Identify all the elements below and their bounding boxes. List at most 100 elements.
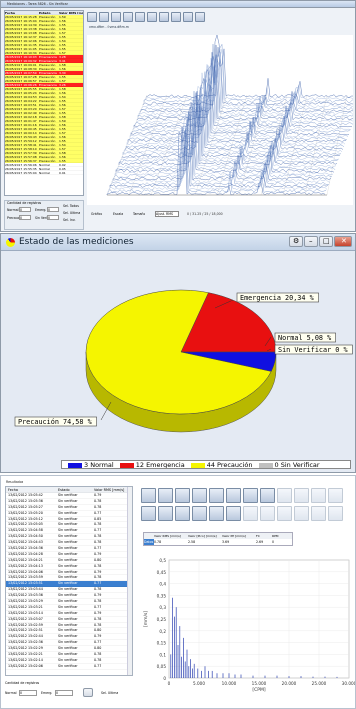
- minimize-button[interactable]: –: [304, 236, 318, 247]
- select-last-checkbox[interactable]: Sel. Ultima: [101, 691, 118, 695]
- marker-icon[interactable]: [135, 12, 145, 22]
- redo-icon[interactable]: [311, 506, 326, 521]
- save-icon[interactable]: [277, 506, 292, 521]
- select-all-checkbox[interactable]: Sel. Todos: [63, 204, 79, 208]
- list-cell: 26/05/2017 16:06:26: [5, 83, 39, 86]
- prec-count[interactable]: 0: [19, 215, 31, 220]
- table-cell: Sin verificar: [58, 599, 94, 604]
- list-cell: 1.59: [59, 15, 83, 18]
- harmonic-icon[interactable]: [277, 488, 292, 503]
- measurements-list[interactable]: Fecha Estado Valor RMS [mm/s] 26/05/2017…: [4, 10, 84, 196]
- list-item[interactable]: 26/05/2017 15:55:04 Normal 0.91: [5, 171, 83, 175]
- list-cell: Precaución: [39, 119, 59, 122]
- select-inverse-checkbox[interactable]: Sel. Inv.: [63, 218, 76, 222]
- col-fecha[interactable]: Fecha: [5, 11, 39, 14]
- refresh-button[interactable]: [83, 688, 93, 697]
- y-tick-label: 0,2: [159, 629, 166, 634]
- option-tamano[interactable]: Tamaño: [133, 212, 145, 216]
- close-icon: ✕: [341, 237, 347, 245]
- sinver-count[interactable]: 0: [47, 215, 59, 220]
- table-cell: 0.78: [94, 522, 130, 527]
- list-cell: Precaución: [39, 155, 59, 158]
- print-icon[interactable]: [311, 488, 326, 503]
- table-icon[interactable]: [226, 506, 241, 521]
- peak-icon[interactable]: [175, 506, 190, 521]
- compare-icon[interactable]: [192, 506, 207, 521]
- records-group: Cantidad de registros Normal 0 Emerg. 0 …: [4, 200, 84, 230]
- list-cell: 1.57: [59, 131, 83, 134]
- orbit-icon[interactable]: [243, 488, 258, 503]
- pie-label: Normal 5,08 %: [278, 334, 331, 342]
- list-cell: 26/05/2017 16:00:14: [5, 131, 39, 134]
- list-cell: 26/05/2017 16:07:59: [5, 71, 39, 74]
- close-button[interactable]: ✕: [334, 236, 352, 247]
- list-cell: Precaución: [39, 63, 59, 66]
- list-cell: 26/05/2017 16:06:57: [5, 79, 39, 82]
- cursor-icon[interactable]: [111, 12, 121, 22]
- band-icon[interactable]: [294, 488, 309, 503]
- list-cell: 26/05/2017 15:57:08: [5, 155, 39, 158]
- zoom-icon[interactable]: [123, 12, 133, 22]
- table-cell: 13/02/2012 15:03:51: [6, 581, 58, 586]
- spectrum-icon[interactable]: [141, 488, 156, 503]
- list-cell: 1.55: [59, 47, 83, 50]
- cursor-icon[interactable]: [209, 488, 224, 503]
- export-icon[interactable]: [183, 12, 193, 22]
- y-tick-label: 0,45: [157, 570, 167, 575]
- copy-icon[interactable]: [209, 506, 224, 521]
- toolbar: vmx.dftm - f.vmx.dftm.m: [87, 12, 217, 34]
- trend-icon[interactable]: [141, 506, 156, 521]
- col-fecha[interactable]: Fecha: [6, 487, 58, 492]
- table-cell: 13/02/2012 15:04:36: [6, 546, 58, 551]
- list-cell: 26/05/2017 15:56:06: [5, 163, 39, 166]
- table-row[interactable]: 13/02/2012 15:02:06 Sin verificar 0.77: [6, 664, 132, 670]
- help-icon[interactable]: [328, 506, 343, 521]
- results-list[interactable]: Fecha Estado Valor RMS [mm/s] 13/02/2012…: [5, 486, 133, 676]
- table-cell: Sin verificar: [58, 575, 94, 580]
- status-window: Estado de las mediciones ⚙ – □ ✕ Emergen…: [0, 233, 356, 473]
- list-cell: Precaución: [39, 143, 59, 146]
- table-cell: Sin verificar: [58, 587, 94, 592]
- spectrum-icon[interactable]: [87, 12, 97, 22]
- col-estado[interactable]: Estado: [58, 487, 94, 492]
- option-escala[interactable]: Escala: [113, 212, 123, 216]
- emerg-count[interactable]: 0: [47, 207, 59, 212]
- settings-button[interactable]: ⚙: [289, 236, 303, 247]
- normal-count[interactable]: 0: [19, 207, 31, 212]
- table-cell: Sin verificar: [58, 623, 94, 628]
- band-icon[interactable]: [147, 12, 157, 22]
- config-icon[interactable]: [243, 506, 258, 521]
- maximize-button[interactable]: □: [319, 236, 333, 247]
- col-rms[interactable]: Valor RMS [mm/s]: [59, 11, 83, 14]
- list-cell: 26/05/2017 16:04:22: [5, 99, 39, 102]
- table-cell: 13/02/2012 15:03:44: [6, 587, 58, 592]
- rms-adjust-select[interactable]: Ajust. RMS: [155, 211, 179, 217]
- print-icon[interactable]: [171, 12, 181, 22]
- cascade-icon[interactable]: [175, 488, 190, 503]
- col-rms[interactable]: Valor RMS [mm/s]: [94, 487, 130, 492]
- select-last-checkbox[interactable]: Sel. Ultima: [63, 211, 80, 215]
- waterfall-plot[interactable]: [87, 35, 353, 205]
- filter-icon[interactable]: [226, 488, 241, 503]
- table-cell: Sin verificar: [58, 493, 94, 498]
- waterfall-icon[interactable]: [99, 12, 109, 22]
- marker-icon[interactable]: [260, 488, 275, 503]
- results-scrollbar[interactable]: [127, 487, 132, 675]
- table-cell: Sin verificar: [58, 528, 94, 533]
- waveform-icon[interactable]: [158, 488, 173, 503]
- table-cell: Sin verificar: [58, 581, 94, 586]
- settings-icon[interactable]: [195, 12, 205, 22]
- list-cell: 3.26: [59, 83, 83, 86]
- undo-icon[interactable]: [294, 506, 309, 521]
- zoom-icon[interactable]: [192, 488, 207, 503]
- rms-icon[interactable]: [158, 506, 173, 521]
- results-emerg-count[interactable]: 0: [55, 690, 73, 696]
- export-icon[interactable]: [328, 488, 343, 503]
- col-estado[interactable]: Estado: [39, 11, 59, 14]
- option-grafico[interactable]: Gráfico: [91, 212, 102, 216]
- results-normal-count[interactable]: 0: [19, 690, 37, 696]
- spectrum-chart[interactable]: 0 0,05 0,1 0,15 0,2 0,25 0,3 0,35 0,4 0,45 0,5 0 5.0…: [139, 554, 355, 704]
- report-icon[interactable]: [260, 506, 275, 521]
- harmonic-icon[interactable]: [159, 12, 169, 22]
- table-cell: 13/02/2012 15:02:51: [6, 628, 58, 633]
